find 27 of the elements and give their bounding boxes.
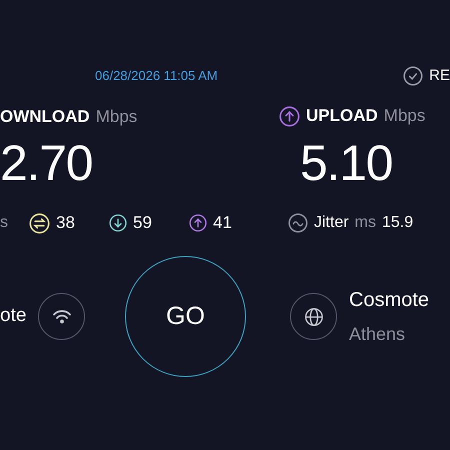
check-icon — [403, 66, 424, 86]
download-icon — [109, 214, 127, 232]
wifi-icon — [38, 293, 85, 340]
ping-value: 59 — [133, 212, 152, 234]
arrows-icon — [29, 212, 50, 234]
server-name: Cosmote — [349, 288, 430, 313]
test-date: 06/28/2026 11:05 AM — [95, 67, 218, 86]
download-unit: Mbps — [96, 106, 138, 128]
wave-icon — [288, 213, 308, 233]
download-label: OWNLOAD — [0, 106, 90, 128]
upload-value: 5.10 — [300, 138, 394, 188]
jitter-value: 15.9 — [382, 213, 414, 233]
jitter-unit: ms — [354, 213, 376, 233]
download-value: 2.70 — [0, 138, 94, 188]
upload-icon — [279, 106, 300, 126]
ping-value: 41 — [213, 212, 232, 234]
results-link[interactable]: RE — [429, 64, 450, 88]
isp-name: ote — [0, 304, 28, 328]
go-button[interactable]: GO — [125, 256, 246, 377]
globe-icon — [290, 293, 337, 340]
server-location: Athens — [349, 323, 406, 346]
upload-label: UPLOAD — [306, 105, 378, 128]
ping-value: 38 — [56, 212, 75, 234]
ping-unit: s — [0, 213, 9, 233]
upload-icon — [189, 214, 207, 232]
jitter-label: Jitter — [314, 213, 349, 233]
upload-unit: Mbps — [384, 105, 426, 128]
